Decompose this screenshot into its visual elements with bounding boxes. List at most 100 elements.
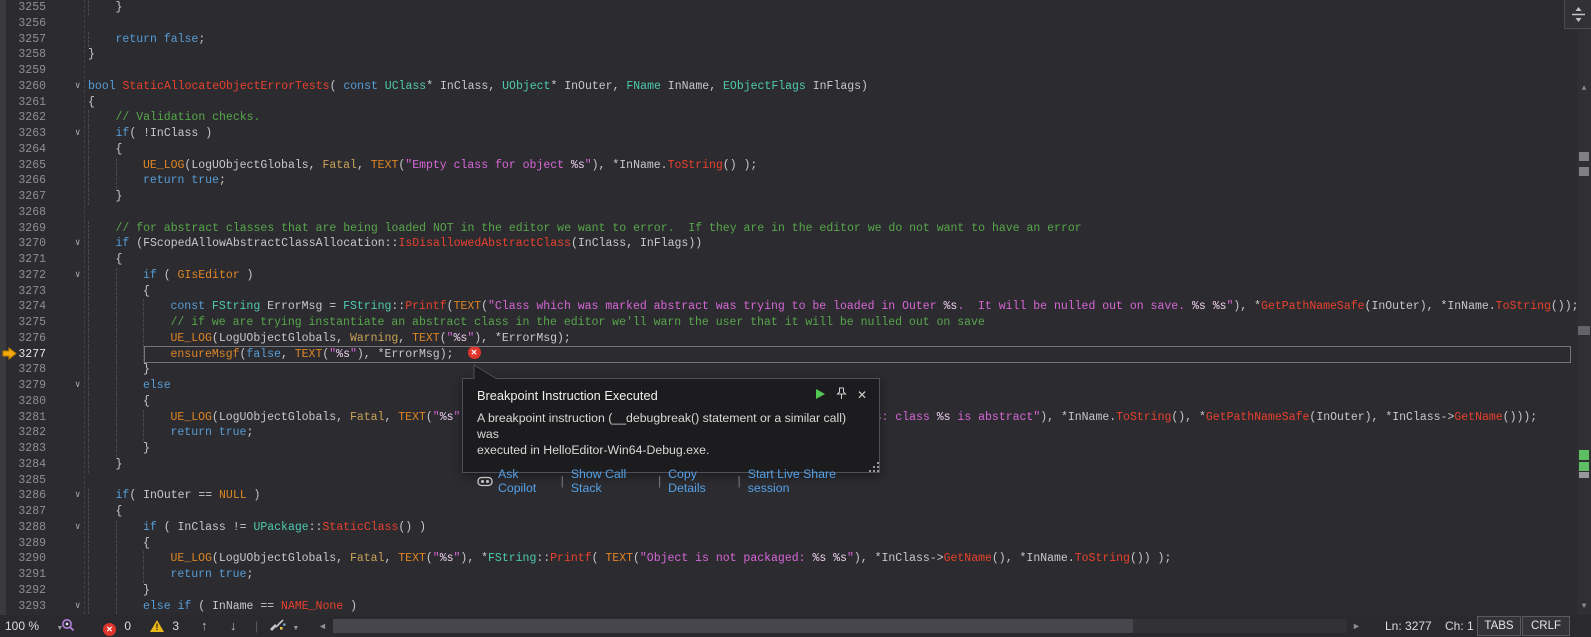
code-text[interactable]: else — [88, 378, 171, 394]
line-number[interactable]: 3281 — [0, 410, 46, 426]
code-line[interactable]: 3260∨bool StaticAllocateObjectErrorTests… — [0, 79, 1591, 95]
code-text[interactable]: if( !InClass ) — [88, 126, 212, 142]
fold-margin[interactable] — [46, 583, 88, 599]
fold-margin[interactable] — [46, 252, 88, 268]
resize-grip[interactable] — [873, 466, 875, 468]
code-line[interactable]: 3272 ∨ if ( GIsEditor ) — [0, 268, 1591, 284]
line-number[interactable]: 3264 — [0, 142, 46, 158]
fold-margin[interactable]: ∨ — [46, 378, 88, 394]
fold-margin[interactable] — [46, 457, 88, 473]
code-line[interactable]: 3288∨if ( InClass != UPackage::StaticCla… — [0, 520, 1591, 536]
fold-collapse-icon[interactable]: ∨ — [75, 126, 80, 142]
line-number[interactable]: 3271 — [0, 252, 46, 268]
code-text[interactable]: if (FScopedAllowAbstractClassAllocation:… — [88, 236, 702, 252]
code-text[interactable]: if ( InClass != UPackage::StaticClass() … — [88, 520, 426, 536]
fold-collapse-icon[interactable]: ∨ — [75, 268, 80, 284]
code-line[interactable]: 3255} — [0, 0, 1591, 16]
code-line[interactable]: 3263∨if( !InClass ) — [0, 126, 1591, 142]
code-line[interactable]: 3270∨if (FScopedAllowAbstractClassAlloca… — [0, 236, 1591, 252]
code-text[interactable]: } — [88, 189, 122, 205]
code-text[interactable]: { — [88, 284, 150, 300]
line-number[interactable]: 3278 — [0, 362, 46, 378]
popup-link-start-live-share-session[interactable]: Start Live Share session — [748, 467, 867, 495]
code-line[interactable]: 3273{ — [0, 284, 1591, 300]
line-ending-button[interactable]: CRLF — [1522, 616, 1570, 636]
fold-margin[interactable] — [46, 158, 88, 174]
fold-margin[interactable] — [46, 441, 88, 457]
line-number[interactable]: 3258 — [0, 47, 46, 63]
line-number[interactable]: 3257 — [0, 32, 46, 48]
continue-play-icon[interactable] — [814, 388, 826, 403]
fold-collapse-icon[interactable]: ∨ — [75, 236, 80, 252]
code-text[interactable]: return false; — [88, 32, 205, 48]
code-line[interactable]: 3265 UE_LOG(LogUObjectGlobals, Fatal, TEX… — [0, 158, 1591, 174]
line-number[interactable]: 3283 — [0, 441, 46, 457]
line-number[interactable]: 3291 — [0, 567, 46, 583]
code-text[interactable]: UE_LOG(LogUObjectGlobals, Fatal, TEXT("E… — [88, 158, 757, 174]
code-line[interactable]: 3274const FString ErrorMsg = FString::Pr… — [0, 299, 1591, 315]
fold-margin[interactable] — [46, 221, 88, 237]
code-line[interactable]: 3261{ — [0, 95, 1591, 111]
code-line[interactable]: 3277ensureMsgf(false, TEXT("%s"), *Error… — [0, 347, 1591, 363]
fold-margin[interactable] — [46, 205, 88, 221]
code-line[interactable]: 3264{ — [0, 142, 1591, 158]
code-text[interactable]: ensureMsgf(false, TEXT("%s"), *ErrorMsg)… — [88, 347, 481, 363]
line-number[interactable]: 3268 — [0, 205, 46, 221]
scroll-up-icon[interactable]: ▲ — [1577, 84, 1591, 93]
fold-margin[interactable] — [46, 47, 88, 63]
code-text[interactable]: if ( GIsEditor ) — [88, 268, 253, 284]
line-number[interactable]: 3275 — [0, 315, 46, 331]
code-text[interactable]: { — [88, 252, 122, 268]
popup-link-copy-details[interactable]: Copy Details — [668, 467, 730, 495]
line-number[interactable]: 3265 — [0, 158, 46, 174]
horizontal-scrollbar-thumb[interactable] — [333, 619, 1133, 633]
fold-margin[interactable] — [46, 0, 88, 16]
fold-margin[interactable] — [46, 347, 88, 363]
code-text[interactable]: UE_LOG(LogUObjectGlobals, Warning, TEXT(… — [88, 331, 571, 347]
fold-margin[interactable] — [46, 63, 88, 79]
code-text[interactable]: bool StaticAllocateObjectErrorTests( con… — [88, 79, 868, 95]
fold-margin[interactable] — [46, 173, 88, 189]
code-line[interactable]: 3257 return false; — [0, 32, 1591, 48]
fold-margin[interactable] — [46, 32, 88, 48]
line-number[interactable]: 3266 — [0, 173, 46, 189]
document-health-icon[interactable] — [60, 615, 76, 637]
fold-margin[interactable] — [46, 16, 88, 32]
line-number[interactable]: 3261 — [0, 95, 46, 111]
error-counter[interactable]: ✕ 0 — [103, 615, 131, 637]
code-line[interactable]: 3292} — [0, 583, 1591, 599]
code-text[interactable]: } — [88, 441, 150, 457]
code-line[interactable]: 3293∨else if ( InName == NAME_None ) — [0, 599, 1591, 615]
editor-split-handle[interactable] — [1564, 0, 1591, 29]
previous-issue-button[interactable]: ↑ — [201, 615, 208, 637]
fold-margin[interactable]: ∨ — [46, 488, 88, 504]
line-number[interactable]: 3272 — [0, 268, 46, 284]
code-line[interactable]: 3267} — [0, 189, 1591, 205]
code-line[interactable]: 3287{ — [0, 504, 1591, 520]
indentation-mode-button[interactable]: TABS — [1477, 616, 1521, 636]
fold-margin[interactable] — [46, 425, 88, 441]
line-number[interactable]: 3267 — [0, 189, 46, 205]
line-number[interactable]: 3293 — [0, 599, 46, 615]
popup-link-ask-copilot[interactable]: Ask Copilot — [498, 467, 554, 495]
fold-margin[interactable] — [46, 394, 88, 410]
code-text[interactable]: UE_LOG(LogUObjectGlobals, Fatal, TEXT("%… — [88, 551, 1171, 567]
fold-collapse-icon[interactable]: ∨ — [75, 378, 80, 394]
fold-margin[interactable]: ∨ — [46, 268, 88, 284]
fold-margin[interactable] — [46, 410, 88, 426]
code-cleanup-button[interactable]: ▼ — [269, 615, 299, 637]
code-line[interactable]: 3278} — [0, 362, 1591, 378]
line-number[interactable]: 3290 — [0, 551, 46, 567]
fold-margin[interactable] — [46, 315, 88, 331]
fold-margin[interactable] — [46, 331, 88, 347]
code-text[interactable]: } — [88, 457, 122, 473]
fold-margin[interactable]: ∨ — [46, 520, 88, 536]
code-text[interactable]: // if we are trying instantiate an abstr… — [88, 315, 985, 331]
popup-link-show-call-stack[interactable]: Show Call Stack — [571, 467, 651, 495]
code-text[interactable]: } — [88, 362, 150, 378]
code-line[interactable]: 3259 — [0, 63, 1591, 79]
line-number[interactable]: 3292 — [0, 583, 46, 599]
line-number[interactable]: 3262 — [0, 110, 46, 126]
fold-margin[interactable]: ∨ — [46, 236, 88, 252]
code-text[interactable]: { — [88, 536, 150, 552]
